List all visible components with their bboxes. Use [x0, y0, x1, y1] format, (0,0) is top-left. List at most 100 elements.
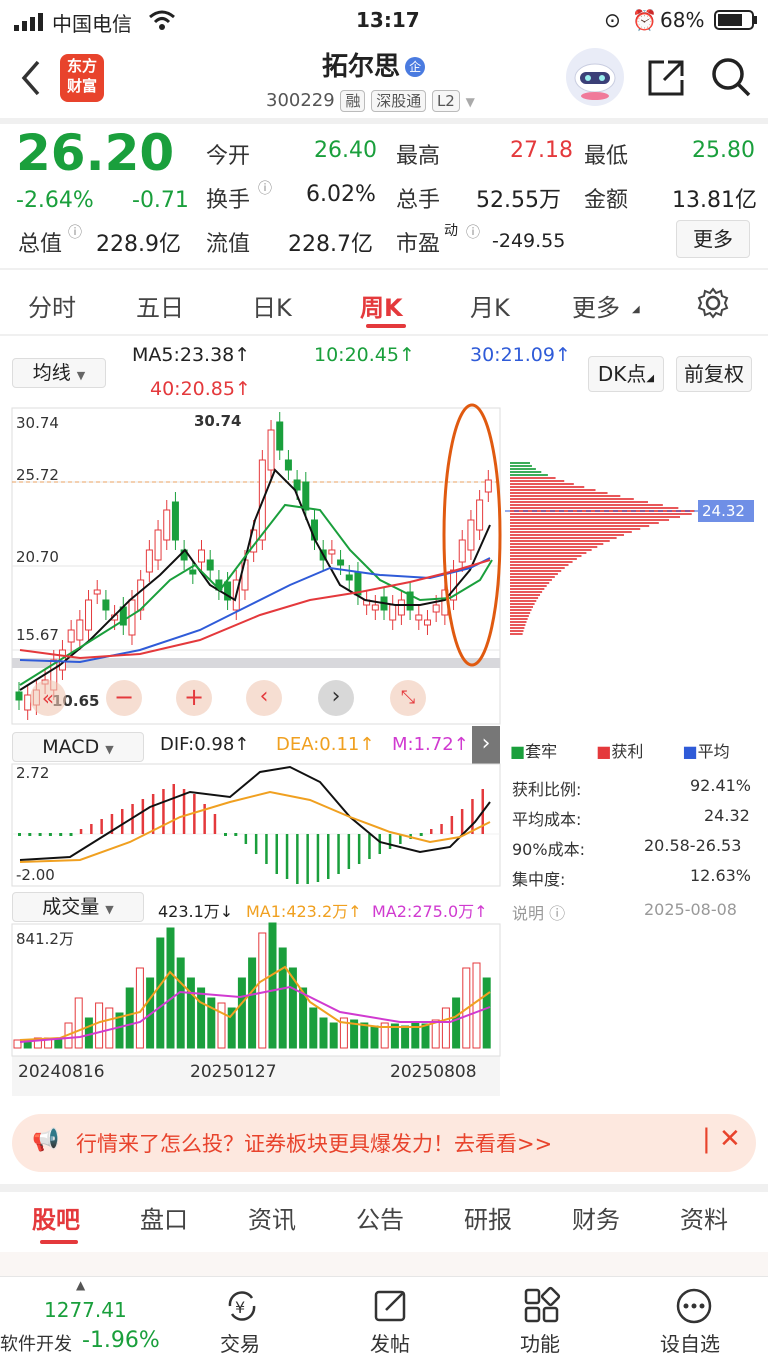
- candle-body: [467, 519, 475, 551]
- nav-add-watchlist[interactable]: 设自选: [660, 1328, 720, 1357]
- divider: [0, 268, 768, 270]
- chip-bar: [510, 603, 535, 605]
- stock-name-row: 拓尔思 企: [322, 46, 426, 83]
- nav-trade[interactable]: 交易: [220, 1328, 260, 1357]
- volume-value: 52.55万: [476, 188, 561, 213]
- y-tick-4: 15.67: [16, 626, 59, 644]
- note-label: 说明: [512, 904, 545, 923]
- subtab-finance[interactable]: 财务: [572, 1200, 620, 1235]
- index-name: 软件开发: [0, 1334, 72, 1355]
- info-icon[interactable]: ⓘ: [258, 178, 272, 198]
- info-icon[interactable]: ⓘ: [466, 222, 480, 242]
- tab-more[interactable]: 更多: [572, 288, 620, 323]
- volume-bar: [74, 997, 83, 1049]
- post-icon[interactable]: [372, 1286, 412, 1330]
- more-dots-icon[interactable]: [674, 1286, 714, 1330]
- candle-body: [397, 599, 405, 616]
- candle-body: [267, 429, 275, 471]
- expand-panel-icon[interactable]: ›: [472, 726, 500, 764]
- function-grid-icon[interactable]: [522, 1286, 562, 1330]
- app-logo[interactable]: 东方 财富: [60, 54, 104, 102]
- chip-bar: [510, 627, 525, 629]
- dropdown-icon[interactable]: ▼: [466, 95, 475, 109]
- chip-bar: [510, 504, 663, 506]
- assistant-avatar[interactable]: [566, 48, 624, 106]
- macd-bar: [234, 833, 238, 836]
- chip-bar: [510, 579, 552, 581]
- macd-bar: [450, 816, 454, 834]
- volume-select-label: 成交量: [42, 896, 100, 918]
- scroll-track[interactable]: [12, 658, 500, 668]
- macd-bar: [460, 809, 464, 834]
- volume-select[interactable]: 成交量 ▼: [12, 892, 144, 922]
- candle-body: [432, 604, 440, 613]
- macd-bar: [275, 834, 278, 874]
- info-icon[interactable]: ⓘ: [68, 222, 82, 242]
- macd-bar: [347, 834, 351, 869]
- chip-bar: [510, 495, 621, 497]
- adjust-button[interactable]: 前复权: [676, 356, 752, 392]
- battery-percent: 68%: [660, 8, 705, 32]
- subtab-announcements[interactable]: 公告: [356, 1200, 404, 1235]
- macd-bar: [368, 834, 371, 859]
- macd-select[interactable]: MACD ▼: [12, 732, 144, 762]
- y-tick-1: 30.74: [16, 414, 59, 432]
- subtab-profile[interactable]: 资料: [680, 1200, 728, 1235]
- total-value-label: 总值: [18, 232, 63, 257]
- zoom-out-icon[interactable]: −: [106, 680, 142, 716]
- nav-post[interactable]: 发帖: [370, 1328, 410, 1357]
- chip-bar: [510, 540, 610, 542]
- subtab-orderbook[interactable]: 盘口: [140, 1200, 188, 1235]
- trade-icon[interactable]: ¥: [222, 1286, 262, 1330]
- macd-bar: [224, 833, 227, 836]
- zoom-in-icon[interactable]: +: [176, 680, 212, 716]
- nav-function[interactable]: 功能: [520, 1328, 560, 1357]
- macd-bar: [69, 833, 73, 836]
- close-icon[interactable]: | ✕: [702, 1124, 741, 1154]
- tab-weekly[interactable]: 周K: [360, 288, 403, 323]
- macd-bar: [378, 834, 381, 854]
- tab-monthly[interactable]: 月K: [470, 288, 510, 323]
- chip-bar: [510, 600, 537, 602]
- macd-bar: [162, 789, 165, 834]
- candle-body: [371, 604, 379, 611]
- chip-bar: [510, 576, 555, 578]
- search-icon[interactable]: [710, 56, 752, 102]
- turnover-value: 6.02%: [306, 182, 376, 207]
- volume-bar: [84, 1017, 93, 1049]
- share-icon[interactable]: [646, 58, 686, 102]
- tab-daily[interactable]: 日K: [252, 288, 292, 323]
- tag-connect: 深股通: [371, 90, 427, 112]
- more-button[interactable]: 更多: [676, 220, 750, 258]
- subtab-news[interactable]: 资讯: [248, 1200, 296, 1235]
- prev-icon[interactable]: ‹: [246, 680, 282, 716]
- chip-bar: [510, 597, 539, 599]
- settings-gear-icon[interactable]: [696, 286, 730, 324]
- chip-bar: [510, 528, 641, 530]
- volume-bar: [421, 1023, 430, 1049]
- pe-sup: 动: [444, 223, 458, 239]
- tab-intraday[interactable]: 分时: [28, 288, 76, 323]
- back-icon[interactable]: [18, 58, 42, 102]
- fullscreen-icon[interactable]: ⤡: [390, 680, 426, 716]
- subtab-research[interactable]: 研报: [464, 1200, 512, 1235]
- subtab-forum[interactable]: 股吧: [32, 1200, 80, 1235]
- scroll-left-fast-icon[interactable]: «: [30, 680, 66, 716]
- date-1: 20240816: [18, 1062, 105, 1082]
- tab-five-day[interactable]: 五日: [136, 288, 184, 323]
- macd-bar: [121, 809, 124, 834]
- kline-chart[interactable]: [0, 400, 768, 730]
- chip-bar: [510, 570, 562, 572]
- volume-bar: [441, 1007, 450, 1049]
- chip-note[interactable]: 说明 ⓘ: [512, 900, 565, 924]
- dk-point-button[interactable]: DK点◢: [588, 356, 664, 392]
- promo-banner[interactable]: 📢 行情来了怎么投？证券板块更具爆发力！去看看>> | ✕: [12, 1114, 756, 1172]
- expand-up-icon[interactable]: ▲: [76, 1278, 85, 1292]
- next-icon[interactable]: ›: [318, 680, 354, 716]
- chip-bar: [510, 534, 624, 536]
- logo-line-1: 东方: [66, 57, 97, 75]
- candle-body: [458, 539, 466, 563]
- candle-body: [163, 509, 171, 541]
- ma-select[interactable]: 均线 ▼: [12, 358, 106, 388]
- candle-body: [484, 479, 492, 493]
